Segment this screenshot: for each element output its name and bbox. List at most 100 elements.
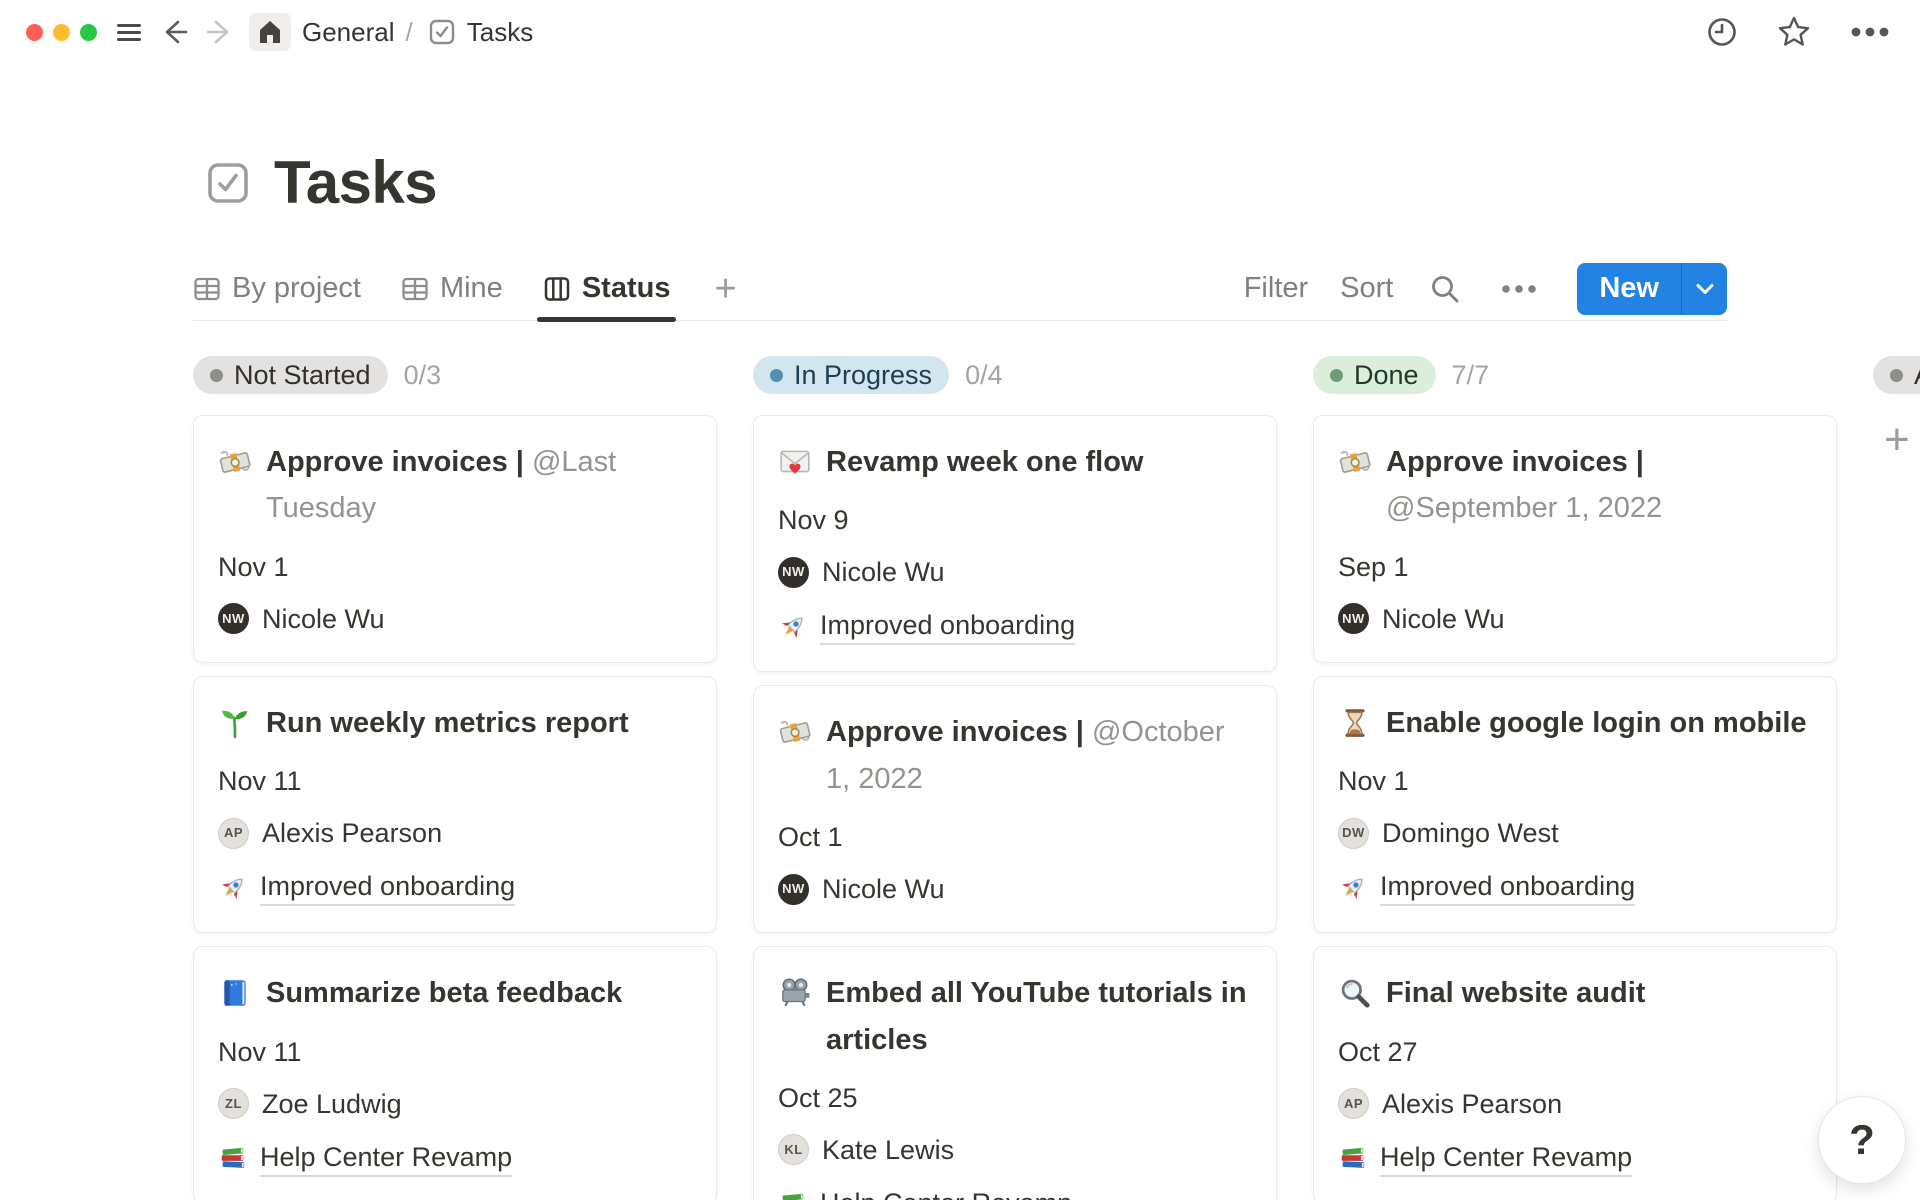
task-date: Oct 27 [1338, 1036, 1812, 1068]
tab-mine[interactable]: Mine [401, 257, 503, 320]
view-tabs: By project Mine Status + [193, 257, 737, 320]
money-with-wings-icon [778, 715, 812, 749]
new-dropdown-button[interactable] [1681, 263, 1727, 315]
view-options-button[interactable] [1497, 279, 1541, 299]
task-card[interactable]: Final website audit Oct 27 AP Alexis Pea… [1313, 946, 1837, 1200]
task-title: Approve invoices | @Last Tuesday [266, 439, 692, 532]
zoom-window-button[interactable] [80, 24, 97, 41]
new-button[interactable]: New [1577, 263, 1727, 315]
search-button[interactable] [1425, 269, 1465, 309]
close-window-button[interactable] [26, 24, 43, 41]
status-label: Done [1354, 360, 1419, 391]
status-dot-icon [210, 369, 223, 382]
tab-by-project[interactable]: By project [193, 257, 361, 320]
task-title: Embed all YouTube tutorials in articles [826, 970, 1252, 1063]
project-link[interactable]: Help Center Revamp [1380, 1140, 1632, 1177]
blue-book-icon [218, 976, 252, 1010]
assignee-name: Nicole Wu [822, 872, 945, 906]
status-pill-in-progress[interactable]: In Progress [753, 356, 949, 394]
assignee-name: Kate Lewis [822, 1133, 954, 1167]
task-card[interactable]: Run weekly metrics report Nov 11 AP Alex… [193, 676, 717, 933]
love-letter-icon [778, 445, 812, 479]
task-card[interactable]: Approve invoices | @Last Tuesday Nov 1 N… [193, 415, 717, 663]
history-button[interactable] [1702, 12, 1742, 52]
project-row: Improved onboarding [1338, 869, 1812, 906]
minimize-window-button[interactable] [53, 24, 70, 41]
task-title: Revamp week one flow [826, 439, 1144, 485]
task-card[interactable]: Summarize beta feedback Nov 11 ZL Zoe Lu… [193, 946, 717, 1200]
avatar: NW [778, 874, 809, 905]
page-icon-checkbox[interactable] [206, 161, 250, 205]
add-card-button[interactable]: + [1884, 418, 1910, 462]
task-title: Summarize beta feedback [266, 970, 622, 1016]
forward-button[interactable] [201, 13, 239, 51]
project-row: Help Center Revamp [218, 1140, 692, 1177]
task-card[interactable]: Revamp week one flow Nov 9 NW Nicole Wu … [753, 415, 1277, 672]
home-icon [256, 18, 284, 46]
kanban-board: Not Started 0/3 Approve invoices | @Last… [193, 356, 1837, 1200]
assignee-name: Nicole Wu [822, 555, 945, 589]
magnifying-glass-icon [1338, 976, 1372, 1010]
project-link[interactable]: Improved onboarding [1380, 869, 1635, 906]
status-pill-done[interactable]: Done [1313, 356, 1436, 394]
assignee-row: NW Nicole Wu [1338, 602, 1812, 636]
task-card[interactable]: Embed all YouTube tutorials in articles … [753, 946, 1277, 1200]
breadcrumb: General / Tasks [302, 17, 533, 48]
task-date: Nov 1 [218, 551, 692, 583]
avatar: ZL [218, 1088, 249, 1119]
project-row: Help Center Revamp [778, 1186, 1252, 1200]
task-date: Nov 11 [218, 765, 692, 797]
tab-status[interactable]: Status [543, 257, 671, 320]
project-link[interactable]: Help Center Revamp [260, 1140, 512, 1177]
project-link[interactable]: Improved onboarding [820, 608, 1075, 645]
assignee-name: Nicole Wu [1382, 602, 1505, 636]
sort-button[interactable]: Sort [1340, 272, 1393, 305]
project-link[interactable]: Improved onboarding [260, 869, 515, 906]
board-icon [543, 275, 571, 303]
books-icon [778, 1189, 808, 1200]
project-link[interactable]: Help Center Revamp [820, 1186, 1072, 1200]
status-pill-not-started[interactable]: Not Started [193, 356, 388, 394]
topbar: General / Tasks [0, 0, 1920, 64]
back-arrow-icon [159, 17, 189, 47]
home-button[interactable] [249, 13, 291, 51]
status-pill-overflow[interactable]: A [1873, 356, 1920, 394]
board-column-done: Done 7/7 Approve invoices | @September 1… [1313, 356, 1837, 1200]
column-count: 7/7 [1452, 360, 1490, 391]
sidebar-toggle-button[interactable] [113, 16, 145, 49]
tab-label: By project [232, 272, 361, 305]
hourglass-icon [1338, 706, 1372, 740]
hamburger-icon [117, 20, 141, 45]
help-button[interactable]: ? [1818, 1096, 1906, 1184]
window-controls [26, 24, 97, 41]
avatar: KL [778, 1134, 809, 1165]
back-button[interactable] [155, 13, 193, 51]
ellipsis-icon [1501, 283, 1537, 295]
task-card[interactable]: Enable google login on mobile Nov 1 DW D… [1313, 676, 1837, 933]
assignee-name: Alexis Pearson [262, 816, 442, 850]
avatar: NW [778, 557, 809, 588]
avatar: DW [1338, 818, 1369, 849]
status-dot-icon [1890, 369, 1903, 382]
film-projector-icon [778, 976, 812, 1010]
filter-button[interactable]: Filter [1244, 272, 1308, 305]
tab-label: Status [582, 272, 671, 305]
rocket-icon [1338, 873, 1368, 903]
assignee-row: KL Kate Lewis [778, 1133, 1252, 1167]
column-count: 0/4 [965, 360, 1003, 391]
favorite-button[interactable] [1772, 10, 1816, 54]
task-date: Oct 1 [778, 821, 1252, 853]
star-icon [1776, 14, 1812, 50]
task-date: Nov 9 [778, 504, 1252, 536]
add-view-button[interactable]: + [714, 270, 736, 308]
page-title[interactable]: Tasks [274, 148, 437, 217]
task-card[interactable]: Approve invoices | @October 1, 2022 Oct … [753, 685, 1277, 933]
task-date: Nov 11 [218, 1036, 692, 1068]
assignee-name: Nicole Wu [262, 602, 385, 636]
breadcrumb-workspace[interactable]: General [302, 17, 395, 48]
breadcrumb-page[interactable]: Tasks [467, 17, 533, 48]
assignee-name: Zoe Ludwig [262, 1087, 402, 1121]
avatar: AP [1338, 1088, 1369, 1119]
more-options-button[interactable] [1846, 21, 1894, 43]
task-card[interactable]: Approve invoices | @September 1, 2022 Se… [1313, 415, 1837, 663]
